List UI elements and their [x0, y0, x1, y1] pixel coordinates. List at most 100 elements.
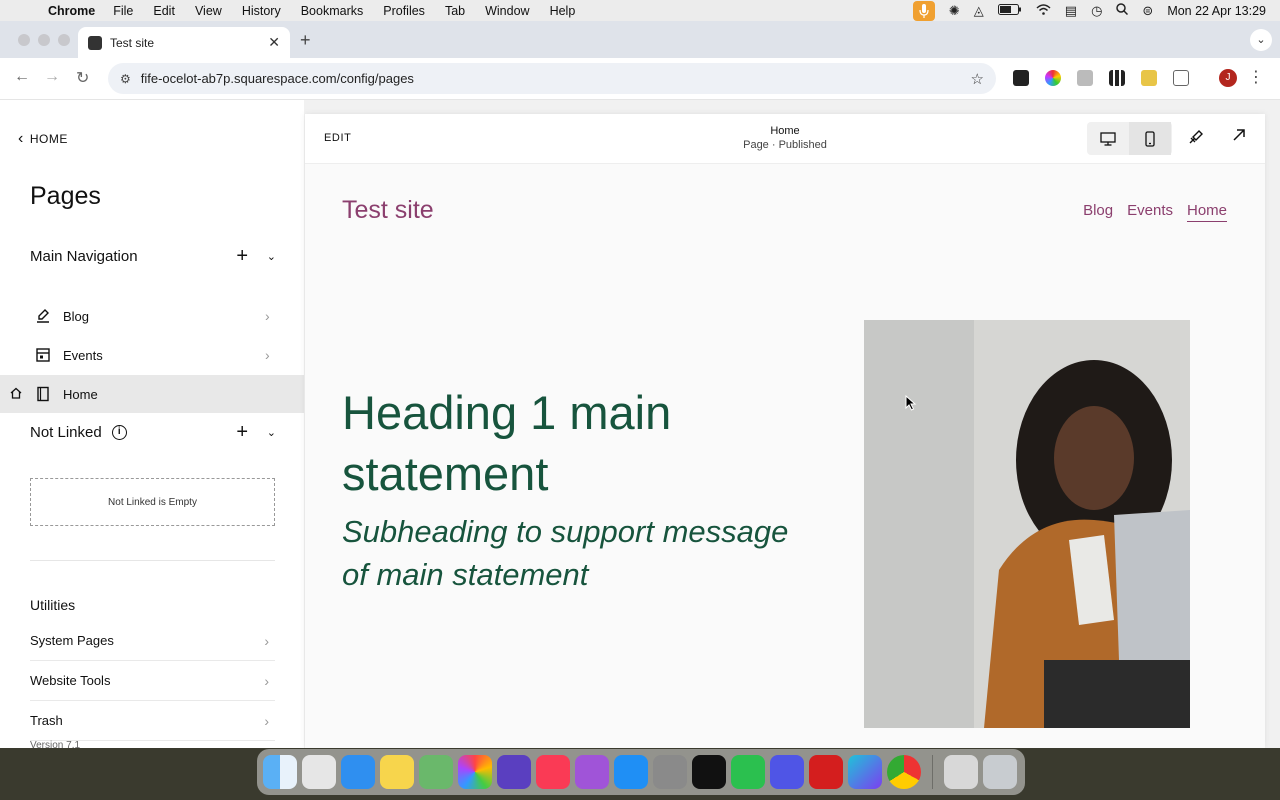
close-window-button[interactable]: [18, 34, 30, 46]
info-icon[interactable]: i: [111, 424, 127, 440]
add-page-main-nav-button[interactable]: +: [236, 245, 248, 268]
utility-trash[interactable]: Trash ›: [30, 701, 275, 741]
menubar-datetime[interactable]: Mon 22 Apr 13:29: [1167, 4, 1266, 18]
nav-item-events[interactable]: Events ›: [0, 336, 304, 374]
expand-arrow-icon[interactable]: [1232, 127, 1246, 147]
canva-icon[interactable]: [848, 755, 882, 789]
version-label: Version 7.1: [30, 740, 81, 748]
site-nav-blog[interactable]: Blog: [1083, 202, 1113, 222]
profile-avatar[interactable]: J: [1219, 69, 1237, 87]
main-navigation-header: Main Navigation + ⌄: [30, 244, 276, 268]
photos-icon[interactable]: [458, 755, 492, 789]
nav-item-home[interactable]: Home: [0, 375, 304, 413]
nav-item-label: Events: [63, 347, 103, 363]
perplexity-icon[interactable]: [770, 755, 804, 789]
site-styles-brush-icon[interactable]: [1187, 128, 1205, 151]
not-linked-empty-state: Not Linked is Empty: [30, 478, 275, 526]
battery-icon[interactable]: [997, 3, 1022, 18]
notes-icon[interactable]: [380, 755, 414, 789]
finder-icon[interactable]: [263, 755, 297, 789]
collapse-not-linked-chevron-icon[interactable]: ⌄: [267, 426, 276, 439]
site-title[interactable]: Test site: [342, 196, 434, 225]
close-tab-icon[interactable]: ✕: [268, 34, 280, 51]
menu-bookmarks[interactable]: Bookmarks: [301, 4, 364, 18]
mobile-view-icon[interactable]: [1129, 122, 1171, 155]
safari-icon[interactable]: [341, 755, 375, 789]
system-settings-icon[interactable]: [653, 755, 687, 789]
trash-icon[interactable]: [983, 755, 1017, 789]
menu-edit[interactable]: Edit: [153, 4, 175, 18]
chrome-icon[interactable]: [887, 755, 921, 789]
podcasts-icon[interactable]: [575, 755, 609, 789]
nav-item-blog[interactable]: Blog ›: [0, 297, 304, 335]
wifi-icon[interactable]: [1036, 3, 1051, 18]
mouse-cursor-icon: [905, 394, 917, 414]
control-center-icon[interactable]: ⊜: [1142, 3, 1153, 19]
homepage-indicator-icon: [10, 387, 22, 402]
browser-tab-active[interactable]: Test site ✕: [78, 27, 290, 58]
vpn-icon[interactable]: ◬: [974, 3, 984, 19]
nav-item-label: Blog: [63, 308, 90, 324]
site-nav-events[interactable]: Events: [1127, 202, 1173, 222]
apple-tv-icon[interactable]: [692, 755, 726, 789]
camera-extension-icon[interactable]: [1077, 70, 1093, 86]
chevron-right-icon: ›: [265, 308, 270, 324]
menu-file[interactable]: File: [113, 4, 133, 18]
url-text[interactable]: fife-ocelot-ab7p.squarespace.com/config/…: [141, 71, 414, 86]
grid-extension-icon[interactable]: [1109, 70, 1125, 86]
music-icon[interactable]: [536, 755, 570, 789]
microphone-icon[interactable]: [912, 0, 935, 21]
site-info-icon[interactable]: ⚙: [120, 72, 131, 86]
zoom-window-button[interactable]: [58, 34, 70, 46]
device-view-toggle: [1087, 122, 1172, 155]
chevron-right-icon: ›: [264, 712, 269, 729]
chevron-right-icon: ›: [264, 632, 269, 649]
brightness-icon[interactable]: ✺: [949, 3, 960, 19]
url-bar[interactable]: ⚙ fife-ocelot-ab7p.squarespace.com/confi…: [108, 63, 996, 94]
pe-extension-icon[interactable]: [1141, 70, 1157, 86]
forward-arrow-icon[interactable]: →: [44, 68, 60, 86]
page-icon: [35, 386, 51, 402]
site-nav-home[interactable]: Home: [1186, 202, 1227, 222]
menu-profiles[interactable]: Profiles: [383, 4, 425, 18]
app-store-icon[interactable]: [614, 755, 648, 789]
menu-view[interactable]: View: [195, 4, 222, 18]
keyboard-icon[interactable]: ▤: [1065, 3, 1077, 19]
extensions-puzzle-icon[interactable]: [1173, 70, 1189, 86]
menu-tab[interactable]: Tab: [445, 4, 465, 18]
color-picker-extension-icon[interactable]: [1045, 70, 1061, 86]
utility-website-tools[interactable]: Website Tools ›: [30, 661, 275, 701]
desktop-view-icon[interactable]: [1087, 122, 1129, 155]
browser-menu-icon[interactable]: ⋮: [1248, 67, 1264, 87]
utility-system-pages[interactable]: System Pages ›: [30, 621, 275, 661]
new-tab-button[interactable]: +: [300, 30, 311, 51]
not-linked-label: Not Linked: [30, 423, 102, 441]
font-extension-icon[interactable]: [1013, 70, 1029, 86]
add-page-not-linked-button[interactable]: +: [236, 421, 248, 444]
back-home-link[interactable]: ‹ HOME: [18, 130, 68, 148]
hero-heading[interactable]: Heading 1 main statement: [342, 382, 822, 504]
acrobat-icon[interactable]: [809, 755, 843, 789]
back-arrow-icon[interactable]: ←: [14, 68, 30, 86]
reload-icon[interactable]: ↻: [76, 68, 89, 88]
main-navigation-label: Main Navigation: [30, 247, 138, 265]
whatsapp-icon[interactable]: [731, 755, 765, 789]
minimize-window-button[interactable]: [38, 34, 50, 46]
collapse-main-nav-chevron-icon[interactable]: ⌄: [267, 250, 276, 263]
imovie-icon[interactable]: [497, 755, 531, 789]
launchpad-icon[interactable]: [302, 755, 336, 789]
time-machine-icon[interactable]: ◷: [1091, 3, 1102, 19]
menu-help[interactable]: Help: [550, 4, 576, 18]
menu-history[interactable]: History: [242, 4, 281, 18]
menu-app-name[interactable]: Chrome: [48, 4, 95, 18]
hero-image[interactable]: [864, 320, 1190, 728]
hero-subheading[interactable]: Subheading to support message of main st…: [342, 510, 822, 596]
maps-icon[interactable]: [419, 755, 453, 789]
menu-window[interactable]: Window: [485, 4, 529, 18]
macos-dock: [257, 749, 1025, 795]
tab-search-chevron-icon[interactable]: ⌄: [1250, 29, 1272, 51]
search-icon[interactable]: [1116, 3, 1129, 18]
bookmark-star-icon[interactable]: ☆: [971, 70, 984, 88]
chevron-right-icon: ›: [265, 347, 270, 363]
preview-icon[interactable]: [944, 755, 978, 789]
